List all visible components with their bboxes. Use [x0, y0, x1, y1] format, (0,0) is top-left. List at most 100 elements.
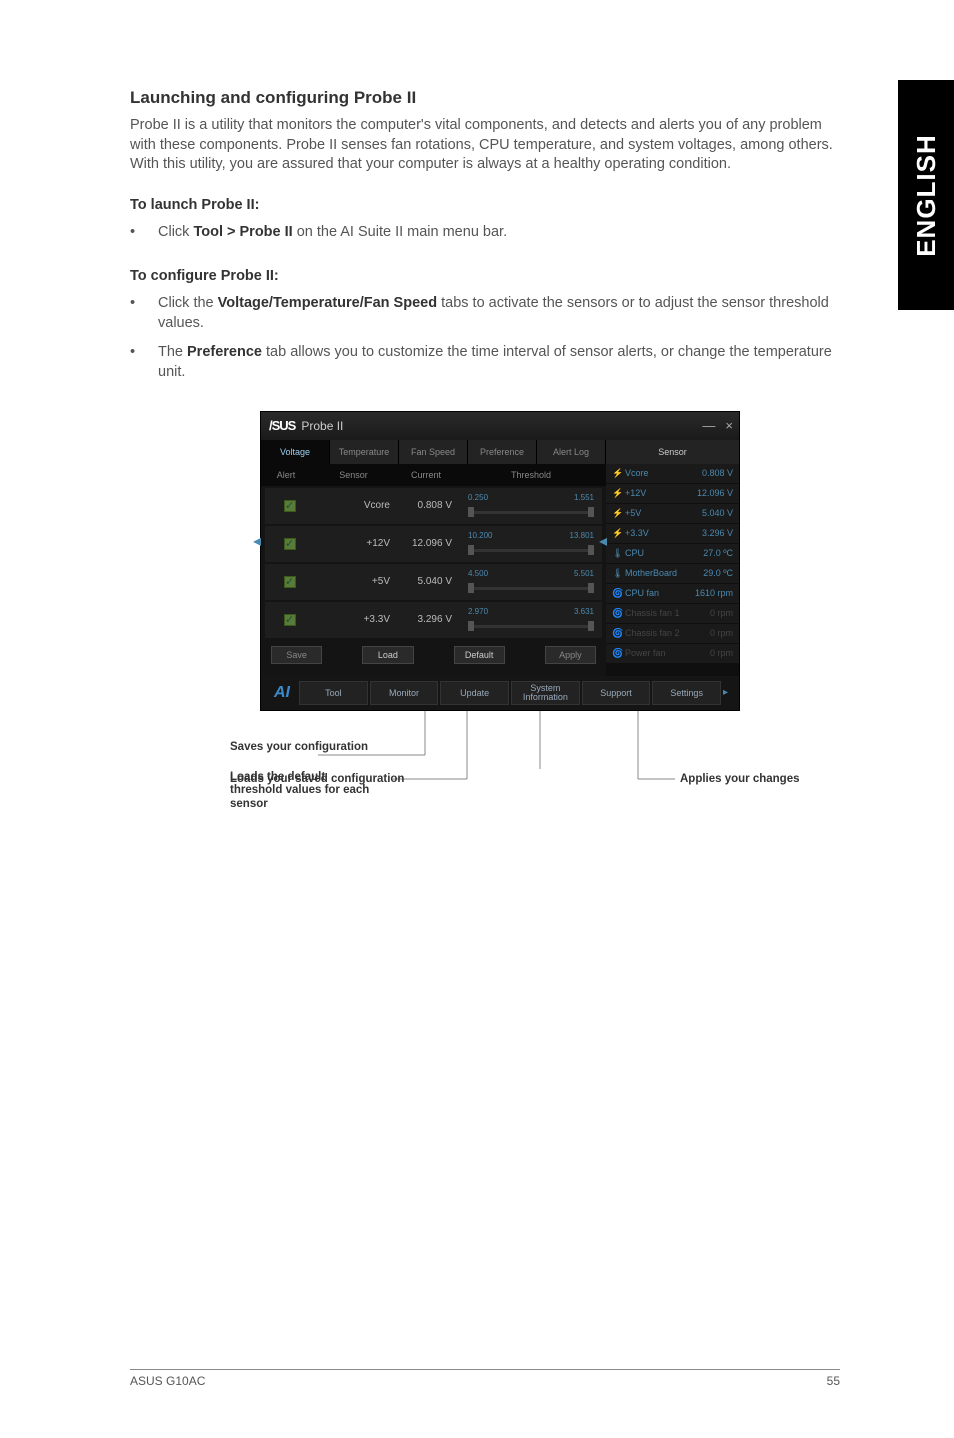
threshold-high: 5.501 — [574, 569, 594, 578]
col-threshold: Threshold — [456, 470, 606, 480]
threshold-slider[interactable]: 4.5005.501 — [460, 573, 602, 590]
text-span: on the AI Suite II main menu bar. — [293, 224, 507, 240]
side-sensor-row: 🌡CPU27.0 ºC — [606, 544, 739, 563]
side-sensor-row: 🌡MotherBoard29.0 ºC — [606, 564, 739, 583]
bottom-settings[interactable]: Settings — [652, 681, 721, 705]
col-sensor: Sensor — [311, 470, 396, 480]
threshold-low: 10.200 — [468, 531, 492, 540]
side-sensor-row: ⚡+12V12.096 V — [606, 484, 739, 503]
bullet-dot: • — [130, 223, 158, 243]
bottom-update[interactable]: Update — [440, 681, 509, 705]
ai-logo-icon: AI — [267, 684, 297, 702]
sensor-type-icon: ⚡ — [612, 528, 622, 539]
text-span: Click the — [158, 295, 218, 311]
side-tab-english: ENGLISH — [898, 80, 954, 310]
page-footer: ASUS G10AC 55 — [130, 1369, 840, 1388]
side-rows: ⚡Vcore 0.808 V ⚡+12V12.096 V ⚡+5V 5.040 V ⚡+3… — [606, 464, 739, 663]
sensor-type-icon: 🌀 — [612, 648, 622, 659]
side-sensor-row: ⚡+5V 5.040 V — [606, 504, 739, 523]
sensor-name: Vcore — [315, 500, 400, 511]
side-sensor-name: 🌀Power fan — [612, 648, 666, 659]
side-sensor-row: 🌀Chassis fan 20 rpm — [606, 624, 739, 643]
alert-checkbox[interactable] — [265, 614, 315, 626]
load-button[interactable]: Load — [362, 646, 413, 664]
asus-logo: /SUS — [269, 418, 295, 433]
side-sensor-name: ⚡Vcore — [612, 468, 649, 479]
side-panel-header: Sensor — [606, 440, 739, 464]
probe-window-container: /SUS Probe II — × Voltage Temperature Fa… — [130, 411, 840, 711]
side-sensor-row: 🌀CPU fan1610 rpm — [606, 584, 739, 603]
col-current: Current — [396, 470, 456, 480]
threshold-slider[interactable]: 2.9703.631 — [460, 611, 602, 628]
alert-checkbox[interactable] — [265, 500, 315, 512]
threshold-high: 1.551 — [574, 493, 594, 502]
window-controls: — × — [702, 418, 733, 433]
tab-fan-speed[interactable]: Fan Speed — [399, 440, 468, 464]
probe-button-row: Save Load Default Apply — [261, 640, 606, 670]
bullet-dot: • — [130, 343, 158, 382]
bottom-monitor[interactable]: Monitor — [370, 681, 439, 705]
default-button[interactable]: Default — [454, 646, 505, 664]
footer-right: 55 — [827, 1374, 840, 1388]
text-bold: Preference — [187, 344, 262, 360]
intro-paragraph: Probe II is a utility that monitors the … — [130, 116, 840, 175]
text-bold: Tool > Probe II — [193, 224, 292, 240]
side-sensor-name: 🌀Chassis fan 1 — [612, 608, 680, 619]
threshold-slider[interactable]: 0.2501.551 — [460, 497, 602, 514]
close-icon[interactable]: × — [725, 418, 733, 433]
sensor-name: +3.3V — [315, 614, 400, 625]
sensor-rows: Vcore0.808 V0.2501.551+12V12.096 V10.200… — [261, 488, 606, 638]
side-sensor-row: ⚡Vcore 0.808 V — [606, 464, 739, 483]
config-text-1: Click the Voltage/Temperature/Fan Speed … — [158, 294, 840, 333]
section-heading: Launching and configuring Probe II — [130, 88, 840, 108]
panel-right-arrow-icon[interactable]: ◂ — [598, 531, 608, 551]
side-sensor-value: 0 rpm — [710, 608, 733, 618]
bottom-support[interactable]: Support — [582, 681, 651, 705]
side-sensor-name: 🌡CPU — [612, 548, 644, 559]
side-sensor-value: 12.096 V — [697, 488, 733, 498]
minimize-icon[interactable]: — — [702, 418, 715, 433]
save-button[interactable]: Save — [271, 646, 322, 664]
probe-tabs: Voltage Temperature Fan Speed Preference… — [261, 440, 606, 464]
sensor-row: +3.3V3.296 V2.9703.631 — [265, 602, 602, 638]
tab-temperature[interactable]: Temperature — [330, 440, 399, 464]
side-sensor-name: ⚡+5V — [612, 508, 641, 519]
side-sensor-value: 5.040 V — [702, 508, 733, 518]
threshold-high: 13.801 — [570, 531, 594, 540]
apply-button[interactable]: Apply — [545, 646, 596, 664]
bottom-tool[interactable]: Tool — [299, 681, 368, 705]
launch-text: Click Tool > Probe II on the AI Suite II… — [158, 223, 507, 243]
anno-apply: Applies your changes — [680, 773, 800, 787]
panel-left-arrow-icon[interactable]: ◂ — [252, 531, 262, 551]
probe-window: /SUS Probe II — × Voltage Temperature Fa… — [260, 411, 740, 711]
threshold-low: 4.500 — [468, 569, 488, 578]
sensor-value: 0.808 V — [400, 500, 460, 511]
col-alert: Alert — [261, 470, 311, 480]
probe-titlebar: /SUS Probe II — × — [261, 412, 739, 440]
side-sensor-value: 0 rpm — [710, 648, 733, 658]
side-sensor-name: 🌡MotherBoard — [612, 568, 677, 579]
side-sensor-row: 🌀Chassis fan 1 0 rpm — [606, 604, 739, 623]
side-sensor-value: 0.808 V — [702, 468, 733, 478]
sensor-type-icon: ⚡ — [612, 488, 622, 499]
anno-default: Loads the default threshold values for e… — [230, 771, 370, 812]
bottom-system-info[interactable]: System Information — [511, 681, 580, 705]
tab-voltage[interactable]: Voltage — [261, 440, 330, 464]
window-title: Probe II — [301, 419, 343, 433]
config-heading: To configure Probe II: — [130, 268, 840, 284]
alert-checkbox[interactable] — [265, 538, 315, 550]
tab-preference[interactable]: Preference — [468, 440, 537, 464]
footer-left: ASUS G10AC — [130, 1374, 205, 1388]
threshold-slider[interactable]: 10.20013.801 — [460, 535, 602, 552]
sensor-value: 5.040 V — [400, 576, 460, 587]
sensor-type-icon: ⚡ — [612, 468, 622, 479]
tab-alert-log[interactable]: Alert Log — [537, 440, 606, 464]
sensor-type-icon: ⚡ — [612, 508, 622, 519]
alert-checkbox[interactable] — [265, 576, 315, 588]
sensor-type-icon: 🌀 — [612, 588, 622, 599]
sensor-type-icon: 🌡 — [612, 568, 622, 579]
side-sensor-row: 🌀Power fan 0 rpm — [606, 644, 739, 663]
bottom-scroll-right-icon[interactable]: ▸ — [723, 687, 733, 698]
side-sensor-row: ⚡+3.3V3.296 V — [606, 524, 739, 543]
threshold-low: 0.250 — [468, 493, 488, 502]
